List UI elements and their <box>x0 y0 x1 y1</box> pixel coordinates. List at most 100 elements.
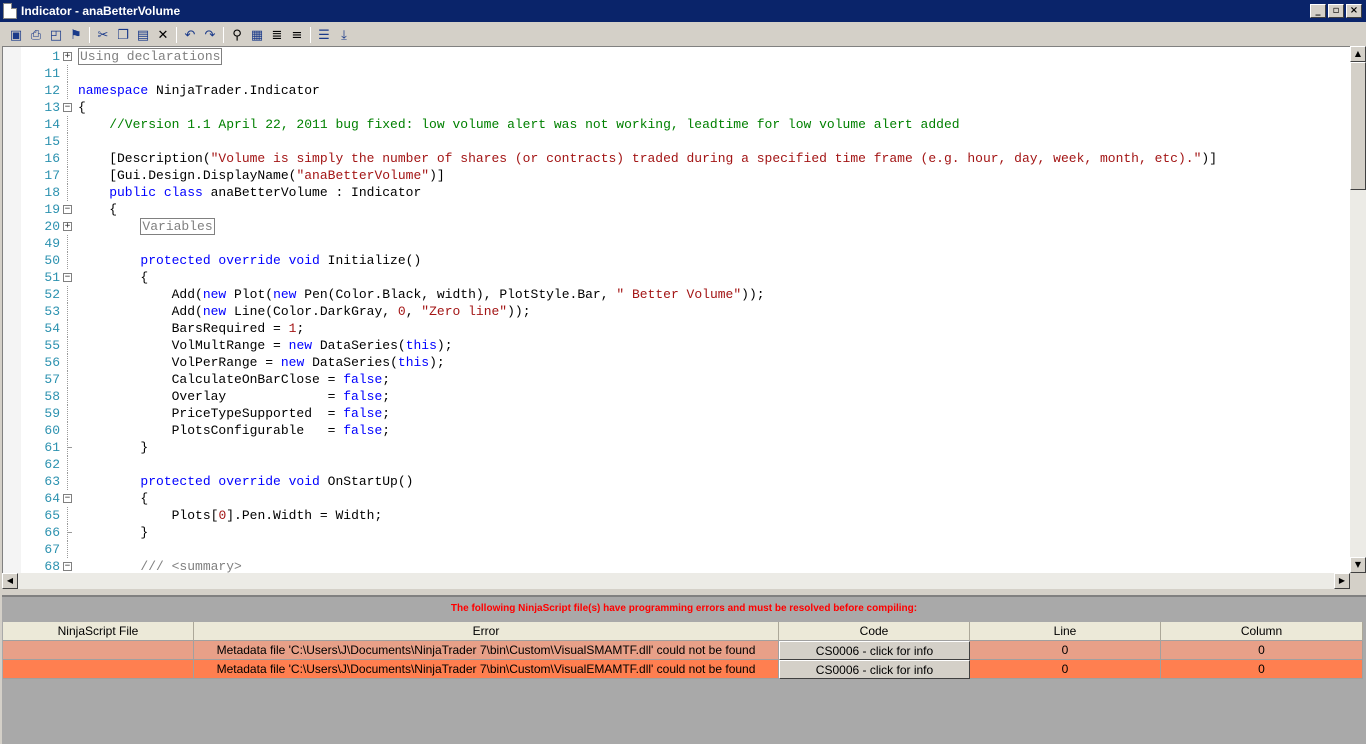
code-line[interactable]: 1 + Using declarations <box>3 48 1350 65</box>
fold-guide <box>67 388 68 405</box>
outdent-icon[interactable]: ≡ <box>287 25 307 45</box>
code-token: Add( <box>78 304 203 319</box>
code-line[interactable]: 20 + Variables <box>3 218 1350 235</box>
code-line[interactable]: 52 Add(new Plot(new Pen(Color.Black, wid… <box>3 286 1350 303</box>
code-line[interactable]: 16 [Description("Volume is simply the nu… <box>3 150 1350 167</box>
cut-icon[interactable]: ✂ <box>93 25 113 45</box>
print-icon[interactable]: ⎙ <box>26 25 46 45</box>
code-line[interactable]: 51− { <box>3 269 1350 286</box>
code-line[interactable]: 14 //Version 1.1 April 22, 2011 bug fixe… <box>3 116 1350 133</box>
undo-icon[interactable]: ↶ <box>180 25 200 45</box>
code-line[interactable]: 11 <box>3 65 1350 82</box>
code-line[interactable]: 65 Plots[0].Pen.Width = Width; <box>3 507 1350 524</box>
code-token: ; <box>382 423 391 438</box>
code-line[interactable]: 55 VolMultRange = new DataSeries(this); <box>3 337 1350 354</box>
error-row[interactable]: Metadata file 'C:\Users\J\Documents\Ninj… <box>3 641 1363 660</box>
collapse-region-icon[interactable]: − <box>63 103 72 112</box>
column-header-column[interactable]: Column <box>1161 622 1363 641</box>
code-line[interactable]: 59 PriceTypeSupported = false; <box>3 405 1350 422</box>
column-header-error[interactable]: Error <box>194 622 779 641</box>
column-header-file[interactable]: NinjaScript File <box>3 622 194 641</box>
code-line[interactable]: 12 namespace NinjaTrader.Indicator <box>3 82 1350 99</box>
code-line[interactable]: 61 } <box>3 439 1350 456</box>
replace-icon[interactable]: ▦ <box>247 25 267 45</box>
expand-region-icon[interactable]: + <box>63 52 72 61</box>
restore-button[interactable]: ▫ <box>1328 4 1344 18</box>
save-icon[interactable]: ▣ <box>6 25 26 45</box>
column-header-code[interactable]: Code <box>779 622 970 641</box>
minimize-button[interactable]: _ <box>1310 4 1326 18</box>
vertical-scroll-thumb[interactable] <box>1350 62 1366 190</box>
column-header-line[interactable]: Line <box>970 622 1161 641</box>
expand-region-icon[interactable]: + <box>63 222 72 231</box>
code-line[interactable]: 68− /// <summary> <box>3 558 1350 573</box>
compile-icon[interactable]: ⚑ <box>66 25 86 45</box>
paste-icon[interactable]: ▤ <box>133 25 153 45</box>
collapsed-region[interactable]: Variables <box>140 218 215 235</box>
code-token: VolPerRange = <box>78 355 281 370</box>
collapse-region-icon[interactable]: − <box>63 494 72 503</box>
code-line[interactable]: 19− { <box>3 201 1350 218</box>
error-code-button[interactable]: CS0006 - click for info <box>779 660 970 679</box>
horizontal-scrollbar[interactable]: ◀ ▶ <box>2 573 1350 589</box>
error-row[interactable]: Metadata file 'C:\Users\J\Documents\Ninj… <box>3 660 1363 679</box>
code-line[interactable]: 17 [Gui.Design.DisplayName("anaBetterVol… <box>3 167 1350 184</box>
line-number: 15 <box>44 134 60 149</box>
code-line[interactable]: 67 <box>3 541 1350 558</box>
code-line[interactable]: 60 PlotsConfigurable = false; <box>3 422 1350 439</box>
toolbar-separator <box>176 27 177 43</box>
copy-icon[interactable]: ❐ <box>113 25 133 45</box>
code-token: )); <box>507 304 531 319</box>
find-icon[interactable]: ⚲ <box>227 25 247 45</box>
code-line[interactable]: 57 CalculateOnBarClose = false; <box>3 371 1350 388</box>
code-line[interactable]: 54 BarsRequired = 1; <box>3 320 1350 337</box>
print-preview-icon[interactable]: ◰ <box>46 25 66 45</box>
collapse-region-icon[interactable]: − <box>63 205 72 214</box>
scroll-right-button[interactable]: ▶ <box>1334 573 1350 589</box>
comment-icon[interactable]: ☰ <box>314 25 334 45</box>
code-line[interactable]: 56 VolPerRange = new DataSeries(this); <box>3 354 1350 371</box>
code-text: [Description("Volume is simply the numbe… <box>78 150 1217 167</box>
code-line[interactable]: 66 } <box>3 524 1350 541</box>
code-token: Line(Color.DarkGray, <box>234 304 398 319</box>
code-text: } <box>78 524 148 541</box>
code-line[interactable]: 58 Overlay = false; <box>3 388 1350 405</box>
scroll-down-button[interactable]: ▼ <box>1350 557 1366 573</box>
error-column-cell: 0 <box>1161 641 1363 660</box>
collapsed-region[interactable]: Using declarations <box>78 48 223 65</box>
code-line[interactable]: 50 protected override void Initialize() <box>3 252 1350 269</box>
delete-icon[interactable]: ✕ <box>153 25 173 45</box>
code-text: protected override void OnStartUp() <box>78 473 413 490</box>
code-line[interactable]: 13−{ <box>3 99 1350 116</box>
code-line[interactable]: 64− { <box>3 490 1350 507</box>
code-line[interactable]: 53 Add(new Line(Color.DarkGray, 0, "Zero… <box>3 303 1350 320</box>
error-code-button[interactable]: CS0006 - click for info <box>779 641 970 660</box>
title-bar[interactable]: Indicator - anaBetterVolume _ ▫ × <box>0 0 1366 22</box>
close-button[interactable]: × <box>1346 4 1362 18</box>
uncomment-icon[interactable]: ⤓ <box>334 25 354 45</box>
code-token: )] <box>1201 151 1217 166</box>
scroll-up-button[interactable]: ▲ <box>1350 46 1366 62</box>
code-token: BarsRequired = <box>78 321 289 336</box>
code-token: ); <box>436 338 453 353</box>
collapse-region-icon[interactable]: − <box>63 562 72 571</box>
line-number: 68 <box>44 559 60 573</box>
code-editor[interactable]: 1 + Using declarations 11 12 namespace NinjaT… <box>2 46 1350 573</box>
collapse-region-icon[interactable]: − <box>63 273 72 282</box>
code-text: [Gui.Design.DisplayName("anaBetterVolume… <box>78 167 444 184</box>
code-token: new <box>288 338 320 353</box>
redo-icon[interactable]: ↷ <box>200 25 220 45</box>
code-line[interactable]: 63 protected override void OnStartUp() <box>3 473 1350 490</box>
code-line[interactable]: 15 <box>3 133 1350 150</box>
code-line[interactable]: 49 <box>3 235 1350 252</box>
line-number: 18 <box>44 185 60 200</box>
vertical-scrollbar[interactable]: ▲ ▼ <box>1350 46 1366 573</box>
code-line[interactable]: 18 public class anaBetterVolume : Indica… <box>3 184 1350 201</box>
scroll-left-button[interactable]: ◀ <box>2 573 18 589</box>
code-token: [Gui.Design.DisplayName( <box>78 168 297 183</box>
code-token: ; <box>382 389 391 404</box>
indent-icon[interactable]: ≣ <box>267 25 287 45</box>
fold-guide <box>67 541 68 558</box>
code-line[interactable]: 62 <box>3 456 1350 473</box>
editor-window: Indicator - anaBetterVolume _ ▫ × ▣ ⎙ ◰ … <box>0 0 1366 744</box>
